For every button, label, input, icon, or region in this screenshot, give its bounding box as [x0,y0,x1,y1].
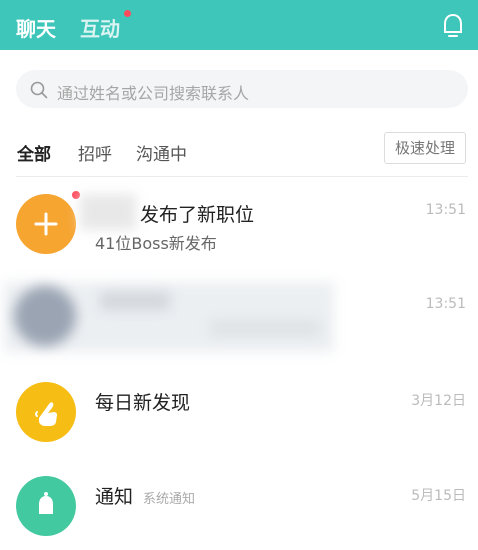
bell-icon [39,492,53,514]
filter-chatting[interactable]: 沟通中 [136,140,187,165]
plus-icon [34,212,58,236]
unread-dot [124,10,131,17]
conversation-time: 3月12日 [411,393,466,409]
finger-heart-icon [35,402,57,426]
conversation-time: 13:51 [425,202,466,218]
conversation-title: 每日新发现 [95,392,191,414]
search-placeholder: 通过姓名或公司搜索联系人 [57,84,250,103]
conversation-time: 13:51 [425,296,466,312]
avatar [16,194,76,254]
avatar [16,476,76,536]
avatar [16,382,76,442]
notification-button[interactable] [441,12,465,40]
conversation-tag: 系统通知 [143,492,196,507]
tab-interact[interactable]: 互动 [80,13,120,42]
list-item[interactable]: 每日新发现 3月12日 [0,370,478,458]
conversation-title-text: 通知 [95,486,134,508]
conversation-time: 5月15日 [411,488,466,504]
filter-greet[interactable]: 招呼 [78,140,112,165]
search-icon [30,81,48,99]
blurred-message [210,320,320,336]
search-input[interactable]: 通过姓名或公司搜索联系人 [16,70,468,108]
unread-dot [72,191,80,199]
blurred-name [80,194,136,230]
top-bar: 聊天 互动 [0,0,478,50]
divider [16,176,468,177]
filter-all[interactable]: 全部 [17,140,51,165]
conversation-subtitle: 41位Boss新发布 [95,234,217,253]
quick-process-button[interactable]: 极速处理 [384,132,466,164]
conversation-title: 通知 系统通知 [95,482,195,509]
conversation-title: 发布了新职位 [140,204,255,226]
list-item[interactable]: 通知 系统通知 5月15日 [0,462,478,550]
filter-bar: 全部 招呼 沟通中 极速处理 [0,132,478,176]
list-item[interactable]: 发布了新职位 41位Boss新发布 13:51 [0,180,478,268]
tab-chat[interactable]: 聊天 [16,13,56,42]
blurred-name [100,292,170,310]
bell-icon [444,13,462,37]
avatar [14,286,76,346]
list-item[interactable]: 13:51 [0,268,478,356]
